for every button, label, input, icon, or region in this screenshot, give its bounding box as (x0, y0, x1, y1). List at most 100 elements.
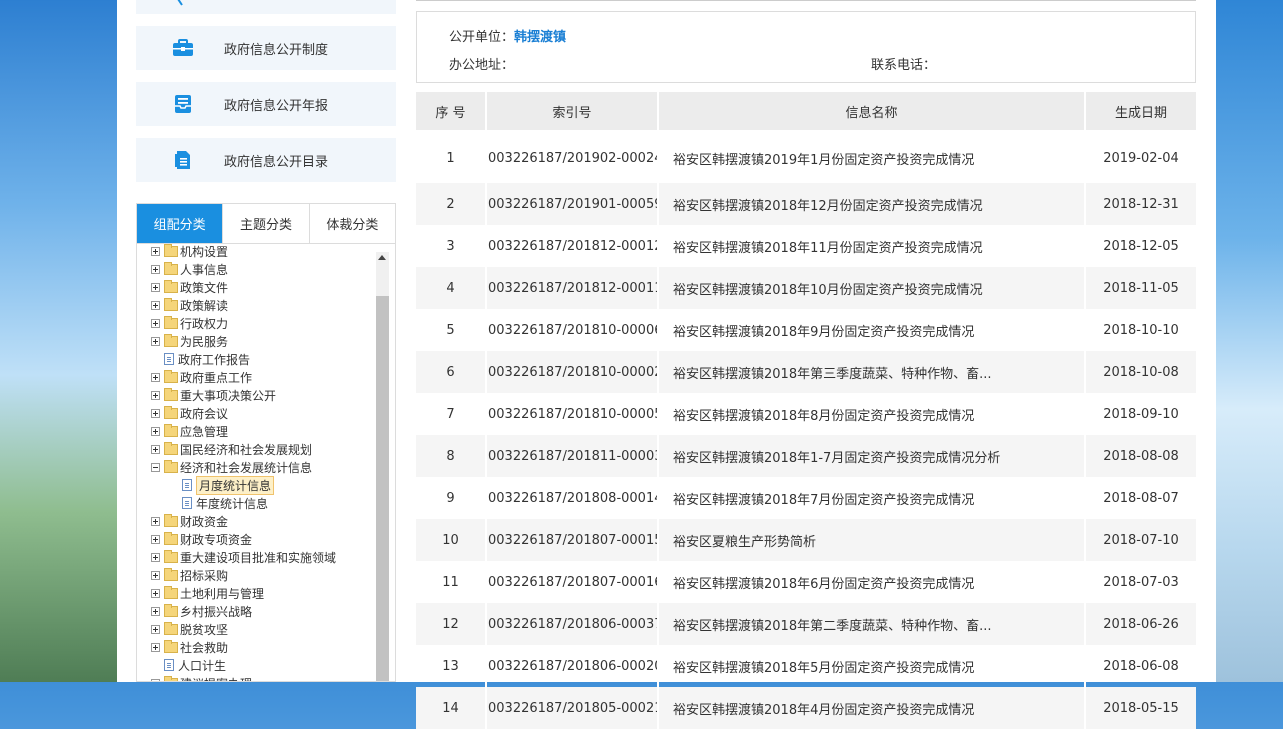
tree-item[interactable]: 政策文件 (151, 278, 336, 296)
cell-info-name[interactable]: 裕安区韩摆渡镇2018年11月份固定资产投资完成情况 (658, 225, 1086, 267)
tree-item[interactable]: 人口计生 (151, 656, 336, 674)
tree-item-label: 机构设置 (180, 244, 229, 259)
cell-index-number: 003226187/201808-00014 (486, 477, 659, 519)
cell-info-name[interactable]: 裕安区韩摆渡镇2018年12月份固定资产投资完成情况 (658, 183, 1086, 225)
expand-plus-icon[interactable] (151, 642, 160, 652)
tab-genre-category[interactable]: 体裁分类 (309, 204, 395, 243)
tree-item[interactable]: 国民经济和社会发展规划 (151, 440, 336, 458)
expand-plus-icon[interactable] (151, 570, 160, 580)
expand-plus-icon[interactable] (151, 300, 160, 310)
expand-plus-icon[interactable] (151, 282, 160, 292)
tree-item[interactable]: 机构设置 (151, 244, 336, 260)
tree-item[interactable]: 应急管理 (151, 422, 336, 440)
cell-index-number: 003226187/201811-00003 (486, 435, 659, 477)
cell-date: 2018-06-08 (1103, 658, 1179, 674)
folder-icon (164, 297, 178, 311)
cell-index-number: 003226187/201812-00011 (486, 267, 659, 309)
sidebar-button-label: 政府信息公开目录 (224, 154, 329, 170)
tree-item[interactable]: 建议提案办理 (151, 674, 336, 682)
cell-info-name[interactable]: 裕安区韩摆渡镇2018年9月份固定资产投资完成情况 (658, 309, 1086, 351)
sidebar-button-top-partial[interactable] (136, 0, 396, 14)
folder-icon (164, 585, 178, 599)
cell-serial: 13 (416, 645, 487, 687)
sidebar-button-catalog[interactable]: 政府信息公开目录 (136, 138, 396, 182)
tree-item[interactable]: 财政资金 (151, 512, 336, 530)
expand-plus-icon[interactable] (151, 408, 160, 418)
cell-info-name[interactable]: 裕安区夏粮生产形势简析 (658, 519, 1086, 561)
tree-item[interactable]: 乡村振兴战略 (151, 602, 336, 620)
scrollbar-thumb[interactable] (376, 296, 389, 681)
cell-info-name[interactable]: 裕安区韩摆渡镇2018年第二季度蔬菜、特种作物、畜... (658, 603, 1086, 645)
cell-serial: 8 (416, 435, 487, 477)
expand-plus-icon[interactable] (151, 318, 160, 328)
expand-plus-icon[interactable] (151, 264, 160, 274)
tree-item-label: 政府重点工作 (180, 370, 253, 385)
tree-item[interactable]: 脱贫攻坚 (151, 620, 336, 638)
table-row: 13 003226187/201806-00020 裕安区韩摆渡镇2018年5月份固… (416, 645, 1196, 687)
expand-plus-icon[interactable] (151, 588, 160, 598)
tree-item[interactable]: 财政专项资金 (151, 530, 336, 548)
tree-item[interactable]: 政府工作报告 (151, 350, 336, 368)
tree-item[interactable]: 重大建设项目批准和实施领域 (151, 548, 336, 566)
cell-index-number: 003226187/201806-00020 (486, 645, 659, 687)
expand-plus-icon[interactable] (151, 678, 160, 681)
cell-info-name[interactable]: 裕安区韩摆渡镇2018年1-7月固定资产投资完成情况分析 (658, 435, 1086, 477)
tree-item-label: 国民经济和社会发展规划 (180, 442, 313, 457)
cell-serial: 12 (416, 603, 487, 645)
scroll-up-arrow-icon[interactable] (378, 255, 386, 260)
sidebar-button-annual-report[interactable]: 政府信息公开年报 (136, 82, 396, 126)
tree-item[interactable]: 政策解读 (151, 296, 336, 314)
tree-item[interactable]: 为民服务 (151, 332, 336, 350)
tree-item[interactable]: 行政权力 (151, 314, 336, 332)
file-icon (182, 497, 192, 509)
expand-plus-icon[interactable] (151, 444, 160, 454)
tree-item-label: 建议提案办理 (180, 675, 252, 682)
tab-assembly-category[interactable]: 组配分类 (137, 204, 224, 249)
cell-info-name[interactable]: 裕安区韩摆渡镇2018年6月份固定资产投资完成情况 (658, 561, 1086, 603)
expand-plus-icon[interactable] (151, 516, 160, 526)
cell-info-name[interactable]: 裕安区韩摆渡镇2018年7月份固定资产投资完成情况 (658, 477, 1086, 519)
tree-item[interactable]: 月度统计信息 (151, 475, 336, 495)
sidebar-button-policy[interactable]: 政府信息公开制度 (136, 26, 396, 70)
expand-plus-icon[interactable] (151, 552, 160, 562)
unit-value[interactable]: 韩摆渡镇 (514, 30, 566, 45)
tree-item-label: 乡村振兴战略 (180, 604, 253, 619)
tree-item[interactable]: 政府重点工作 (151, 368, 336, 386)
cell-info-name[interactable]: 裕安区韩摆渡镇2018年第三季度蔬菜、特种作物、畜... (658, 351, 1086, 393)
expand-plus-icon[interactable] (151, 534, 160, 544)
tree-item-label: 脱贫攻坚 (180, 622, 229, 637)
cell-info-name[interactable]: 裕安区韩摆渡镇2019年1月份固定资产投资完成情况 (658, 130, 1086, 183)
folder-icon (164, 621, 178, 635)
tab-topic-category[interactable]: 主题分类 (223, 204, 310, 243)
cell-info-name[interactable]: 裕安区韩摆渡镇2018年8月份固定资产投资完成情况 (658, 393, 1086, 435)
collapse-minus-icon[interactable] (151, 462, 160, 472)
expand-plus-icon[interactable] (151, 372, 160, 382)
tree-item[interactable]: 年度统计信息 (151, 494, 336, 512)
expand-plus-icon[interactable] (151, 606, 160, 616)
expand-plus-icon[interactable] (151, 390, 160, 400)
tree-item[interactable]: 政府会议 (151, 404, 336, 422)
tree-item[interactable]: 招标采购 (151, 566, 336, 584)
expand-plus-icon[interactable] (151, 336, 160, 346)
tree-item-label: 政策解读 (180, 298, 229, 313)
sidebar-button-label: 政府信息公开制度 (224, 42, 329, 58)
expand-plus-icon[interactable] (151, 426, 160, 436)
cell-info-name[interactable]: 裕安区韩摆渡镇2018年5月份固定资产投资完成情况 (658, 645, 1086, 687)
tree-item-label: 重大事项决策公开 (180, 388, 277, 403)
tree-item[interactable]: 社会救助 (151, 638, 336, 656)
table-row: 6 003226187/201810-00002 裕安区韩摆渡镇2018年第三季度蔬… (416, 351, 1196, 393)
expand-plus-icon[interactable] (151, 624, 160, 634)
cell-info-name[interactable]: 裕安区韩摆渡镇2018年10月份固定资产投资完成情况 (658, 267, 1086, 309)
file-icon (182, 479, 192, 491)
cell-date: 2018-07-10 (1085, 519, 1196, 561)
tree-scrollbar[interactable] (376, 252, 389, 681)
expand-plus-icon[interactable] (151, 246, 160, 256)
table-row: 5 003226187/201810-00006 裕安区韩摆渡镇2018年9月份固定… (416, 309, 1196, 351)
document-icon (172, 150, 194, 170)
tree-item[interactable]: 人事信息 (151, 260, 336, 278)
tree-item[interactable]: 经济和社会发展统计信息 (151, 458, 336, 476)
tree-item[interactable]: 重大事项决策公开 (151, 386, 336, 404)
tree-item[interactable]: 土地利用与管理 (151, 584, 336, 602)
cell-index-number: 003226187/201812-00012 (486, 225, 659, 267)
cell-info-name[interactable]: 裕安区韩摆渡镇2018年4月份固定资产投资完成情况 (658, 687, 1086, 729)
